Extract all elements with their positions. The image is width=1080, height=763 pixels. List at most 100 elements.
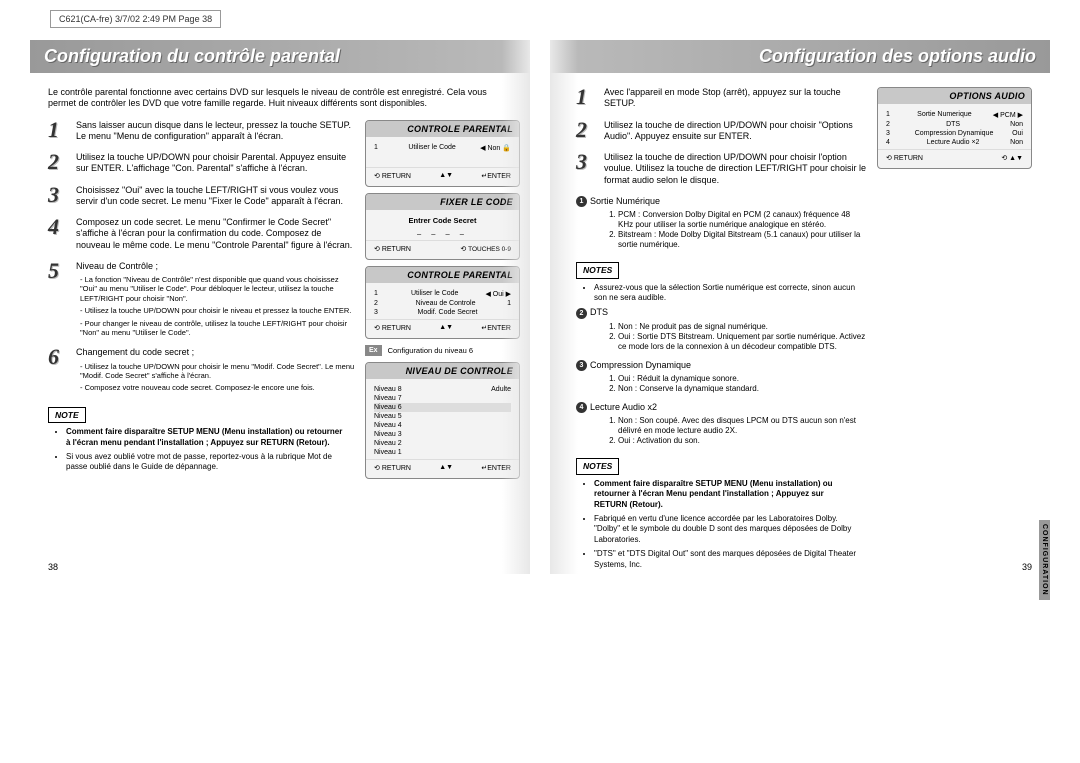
pdf-header-meta: C621(CA-fre) 3/7/02 2:49 PM Page 38	[50, 10, 221, 28]
step-sub: Pour changer le niveau de contrôle, util…	[80, 319, 355, 338]
intro-left: Le contrôle parental fonctionne avec cer…	[48, 87, 502, 110]
note-item: Comment faire disparaître SETUP MENU (Me…	[594, 479, 857, 510]
detail-item: Non : Son coupé. Avec des disques LPCM o…	[618, 416, 867, 436]
title-bar-left: Configuration du contrôle parental	[30, 40, 530, 73]
row-l: Lecture Audio ×2	[927, 139, 980, 146]
row-r: 1	[507, 300, 511, 307]
detail-item: Oui : Activation du son.	[618, 436, 867, 446]
note-item: Comment faire disparaître SETUP MENU (Me…	[66, 427, 345, 448]
screen-title: NIVEAU DE CONTROLE	[366, 363, 519, 379]
foot-return: RETURN	[374, 464, 411, 472]
foot-nav	[439, 172, 453, 180]
step-num: 4	[48, 217, 70, 251]
detail-header: DTS	[590, 307, 608, 317]
detail-dts: 2DTS Non : Ne produit pas de signal numé…	[606, 307, 867, 351]
detail-item: Oui : Réduit la dynamique sonore.	[618, 374, 867, 384]
screen-title: CONTROLE PARENTAL	[366, 267, 519, 283]
row-n: 4	[886, 139, 896, 146]
row-l: Niveau 8	[374, 386, 402, 393]
detail-item: Non : Conserve la dynamique standard.	[618, 384, 867, 394]
step-text: Utilisez la touche de direction UP/DOWN …	[604, 152, 867, 186]
screen-fixer-code: FIXER LE CODE Entrer Code Secret– – – – …	[365, 193, 520, 260]
right-text-column: 1 Avec l'appareil en mode Stop (arrêt), a…	[576, 87, 867, 574]
foot-nav: ▲▼	[1001, 154, 1023, 162]
step-text: Changement du code secret ;	[76, 347, 194, 357]
note-item: Assurez-vous que la sélection Sortie num…	[594, 283, 857, 304]
note-text: Comment faire disparaître SETUP MENU (Me…	[594, 479, 833, 509]
step-body: Changement du code secret ; Utilisez la …	[76, 347, 355, 392]
ex-tag: Ex	[365, 345, 382, 356]
right-screenshot-column: OPTIONS AUDIO 1Sortie Numerique◀ PCM ▶ 2…	[877, 87, 1032, 574]
row-r: Adulte	[491, 386, 511, 393]
page-spread: Configuration du contrôle parental Le co…	[30, 40, 1050, 574]
row-l: Niveau 3	[374, 431, 402, 438]
step-sub: La fonction "Niveau de Contrôle" n'est d…	[80, 275, 355, 303]
row-l: Niveau de Controle	[416, 300, 476, 307]
foot-nav	[439, 464, 453, 472]
row-l: DTS	[946, 121, 960, 128]
step-text: Sans laisser aucun disque dans le lecteu…	[76, 120, 355, 143]
row-r: Non	[1010, 121, 1023, 128]
foot-return: RETURN	[374, 324, 411, 332]
mid-notes: Assurez-vous que la sélection Sortie num…	[594, 283, 857, 304]
row-l: Niveau 2	[374, 440, 402, 447]
screenshots-column: CONTROLE PARENTAL 1 Utiliser le Code ◀ Non…	[365, 120, 520, 485]
row-n: 2	[374, 300, 384, 307]
bottom-notes: Comment faire disparaître SETUP MENU (Me…	[594, 479, 857, 570]
detail-header: Lecture Audio x2	[590, 402, 657, 412]
row-l: Utiliser le Code	[408, 144, 455, 152]
page-number-right: 39	[1022, 562, 1032, 572]
row-r: ◀ PCM ▶	[993, 111, 1023, 119]
row-l: Utiliser le Code	[411, 290, 458, 298]
detail-header: Sortie Numérique	[590, 196, 660, 206]
foot-return: RETURN	[374, 245, 411, 253]
note-label: NOTE	[48, 407, 86, 424]
screen-parental-1: CONTROLE PARENTAL 1Utiliser le Code◀ Non…	[365, 120, 520, 187]
detail-header: Compression Dynamique	[590, 360, 691, 370]
step-num: 2	[576, 120, 598, 143]
foot-nav	[439, 324, 453, 332]
row-l: Modif. Code Secret	[418, 309, 478, 316]
code-dashes: – – – –	[374, 229, 511, 238]
columns-right: 1 Avec l'appareil en mode Stop (arrêt), a…	[550, 87, 1050, 574]
notes-label-bottom: NOTES	[576, 458, 619, 475]
screen-title: CONTROLE PARENTAL	[366, 121, 519, 137]
step-sub: Composez votre nouveau code secret. Comp…	[80, 383, 355, 392]
detail-item: PCM : Conversion Dolby Digital en PCM (2…	[618, 210, 867, 230]
detail-lecture: 4Lecture Audio x2 Non : Son coupé. Avec …	[606, 402, 867, 446]
step-sub: Utilisez la touche UP/DOWN pour choisir …	[80, 362, 355, 381]
notes-list: Comment faire disparaître SETUP MENU (Me…	[66, 427, 345, 473]
screen-niveau: NIVEAU DE CONTROLE Niveau 8 Adulte Niveau…	[365, 362, 520, 479]
step-num: 3	[48, 185, 70, 208]
step-text: Choisissez "Oui" avec la touche LEFT/RIG…	[76, 185, 355, 208]
foot-return: RETURN	[374, 172, 411, 180]
note-item: Si vous avez oublié votre mot de passe, …	[66, 452, 345, 473]
detail-sortie-num: 1Sortie Numérique PCM : Conversion Dolby…	[606, 196, 867, 250]
title-bar-right: Configuration des options audio	[550, 40, 1050, 73]
row-n: 1	[886, 111, 896, 119]
row-l: Niveau 1	[374, 449, 402, 456]
screen-title: OPTIONS AUDIO	[878, 88, 1031, 104]
row-r: ◀ Non 🔒	[480, 144, 511, 152]
step-body: Niveau de Contrôle ; La fonction "Niveau…	[76, 261, 355, 338]
columns-left: 1 Sans laisser aucun disque dans le lecte…	[30, 120, 530, 485]
detail-compression: 3Compression Dynamique Oui : Réduit la d…	[606, 360, 867, 394]
row-l: Sortie Numerique	[917, 111, 971, 119]
notes-label-mid: NOTES	[576, 262, 619, 279]
step-num: 2	[48, 152, 70, 175]
step-num: 5	[48, 261, 70, 338]
row-l: Niveau 4	[374, 422, 402, 429]
example-caption: ExConfiguration du niveau 6	[365, 345, 520, 356]
page-title-left: Configuration du contrôle parental	[44, 46, 516, 67]
detail-item: Oui : Sortie DTS Bitstream. Uniquement p…	[618, 332, 867, 352]
row-n: 1	[374, 290, 384, 298]
step-text: Avec l'appareil en mode Stop (arrêt), ap…	[604, 87, 867, 110]
step-text: Niveau de Contrôle ;	[76, 261, 158, 271]
page-title-right: Configuration des options audio	[564, 46, 1036, 67]
row-n: 3	[374, 309, 384, 316]
note-item: Fabriqué en vertu d'une licence accordée…	[594, 514, 857, 545]
step-num: 1	[576, 87, 598, 110]
step-text: Composez un code secret. Le menu "Confir…	[76, 217, 355, 251]
row-l: Niveau 6	[374, 404, 402, 411]
step-num: 3	[576, 152, 598, 186]
